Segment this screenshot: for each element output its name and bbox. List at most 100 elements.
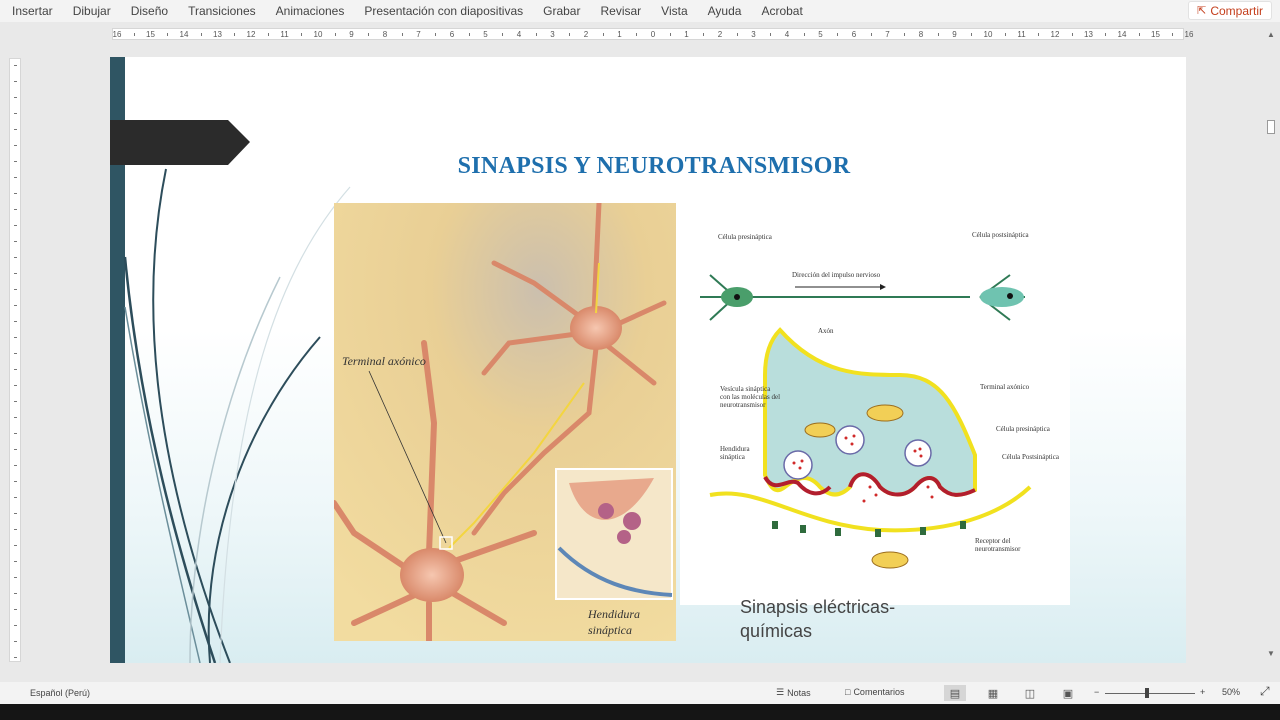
ruler-tick bbox=[904, 33, 906, 36]
label-celula-presinaptica: Célula presináptica bbox=[718, 233, 772, 241]
menu-insertar[interactable]: Insertar bbox=[0, 4, 63, 18]
ruler-tick bbox=[401, 33, 403, 36]
zoom-slider[interactable] bbox=[1105, 693, 1195, 694]
ruler-tick bbox=[14, 385, 17, 386]
ruler-label: 4 bbox=[516, 30, 522, 39]
ruler-tick bbox=[14, 577, 17, 578]
scroll-up-icon[interactable]: ▲ bbox=[1266, 30, 1276, 39]
share-label: Compartir bbox=[1210, 3, 1263, 18]
zoom-slider-thumb[interactable] bbox=[1145, 688, 1149, 698]
menu-ayuda[interactable]: Ayuda bbox=[698, 4, 752, 18]
scroll-thumb[interactable] bbox=[1267, 120, 1275, 134]
menu-acrobat[interactable]: Acrobat bbox=[751, 4, 812, 18]
comments-button[interactable]: □ Comentarios bbox=[845, 687, 904, 697]
ruler-tick bbox=[971, 33, 973, 36]
ruler-tick bbox=[133, 33, 135, 36]
label-axon: Axón bbox=[818, 327, 834, 335]
notes-label: Notas bbox=[787, 687, 811, 698]
ruler-label: 3 bbox=[751, 30, 756, 39]
menu-revisar[interactable]: Revisar bbox=[590, 4, 651, 18]
ruler-label: 13 bbox=[213, 30, 222, 39]
ruler-tick bbox=[14, 545, 17, 546]
ruler-label: 6 bbox=[449, 30, 455, 39]
ruler-label: 7 bbox=[416, 30, 421, 39]
menu-dibujar[interactable]: Dibujar bbox=[63, 4, 121, 18]
ruler-label: 15 bbox=[1151, 30, 1160, 39]
fit-to-window-icon[interactable]: ⤢ bbox=[1260, 684, 1270, 699]
ribbon-menu-bar: Insertar Dibujar Diseño Transiciones Ani… bbox=[0, 0, 1280, 22]
slide-caption[interactable]: Sinapsis eléctricas- químicas bbox=[740, 595, 980, 643]
synapse-diagram[interactable]: Célula presináptica Célula postsináptica… bbox=[680, 225, 1070, 605]
ruler-tick bbox=[14, 657, 17, 658]
taskbar-strip bbox=[0, 704, 1280, 720]
normal-view-icon[interactable]: ▤ bbox=[944, 685, 966, 701]
ruler-tick bbox=[803, 33, 805, 36]
ruler-tick bbox=[200, 33, 202, 36]
vertical-scrollbar[interactable]: ▲ ▼ bbox=[1266, 30, 1276, 658]
ruler-tick bbox=[669, 33, 671, 36]
ruler-label: 10 bbox=[313, 30, 323, 39]
ruler-label: 8 bbox=[918, 30, 924, 39]
ruler-tick bbox=[14, 625, 17, 626]
ruler-label: 15 bbox=[146, 30, 155, 39]
scroll-down-icon[interactable]: ▼ bbox=[1266, 649, 1276, 658]
ruler-label: 7 bbox=[885, 30, 890, 39]
ruler-label: 8 bbox=[382, 30, 388, 39]
ruler-tick bbox=[234, 33, 236, 36]
label-celula-postsinaptica: Célula postsináptica bbox=[972, 231, 1029, 239]
horizontal-ruler[interactable]: 16 15 14 13 12 11 10 9 8 7 6 5 4 3 2 1 0 1 2 3 4 5 6 7 8 9 10 11 12 1… bbox=[112, 28, 1193, 40]
ruler-tick bbox=[14, 97, 17, 98]
ruler-tick bbox=[736, 33, 738, 36]
neuron-image bbox=[331, 200, 676, 644]
zoom-level[interactable]: 50% bbox=[1222, 687, 1240, 697]
ruler-tick bbox=[14, 129, 17, 130]
ruler-tick bbox=[1105, 33, 1107, 36]
ruler-tick bbox=[14, 257, 17, 258]
notes-button[interactable]: ☰ Notas bbox=[776, 687, 811, 698]
ruler-label: 11 bbox=[280, 30, 289, 39]
ruler-label: 5 bbox=[818, 30, 823, 39]
ruler-label: 1 bbox=[617, 30, 622, 39]
ruler-label: 9 bbox=[349, 30, 354, 39]
menu-transiciones[interactable]: Transiciones bbox=[178, 4, 266, 18]
menu-presentacion[interactable]: Presentación con diapositivas bbox=[354, 4, 533, 18]
slide-canvas[interactable]: SINAPSIS Y NEUROTRANSMISOR Terminal axón… bbox=[110, 57, 1186, 663]
menu-animaciones[interactable]: Animaciones bbox=[266, 4, 355, 18]
share-button[interactable]: ⇱ Compartir bbox=[1188, 1, 1272, 20]
ruler-tick bbox=[14, 209, 17, 210]
ruler-tick bbox=[1004, 33, 1006, 36]
zoom-out-icon[interactable]: − bbox=[1094, 687, 1099, 697]
menu-vista[interactable]: Vista bbox=[651, 4, 697, 18]
ruler-tick bbox=[14, 481, 17, 482]
ruler-tick bbox=[14, 193, 17, 194]
ruler-label: 12 bbox=[1050, 30, 1060, 39]
ruler-tick bbox=[14, 433, 17, 434]
ruler-tick bbox=[301, 33, 303, 36]
ruler-tick bbox=[14, 513, 17, 514]
slide-title[interactable]: SINAPSIS Y NEUROTRANSMISOR bbox=[390, 153, 918, 180]
comments-label: Comentarios bbox=[853, 687, 905, 697]
menu-diseno[interactable]: Diseño bbox=[121, 4, 178, 18]
ruler-tick bbox=[14, 113, 17, 114]
ruler-tick bbox=[14, 289, 17, 290]
ruler-label: 2 bbox=[583, 30, 589, 39]
slideshow-icon[interactable]: ▣ bbox=[1057, 685, 1079, 701]
vertical-ruler[interactable] bbox=[9, 58, 21, 662]
ruler-tick bbox=[770, 33, 772, 36]
language-indicator[interactable]: Español (Perú) bbox=[30, 688, 90, 698]
ruler-tick bbox=[368, 33, 370, 36]
ruler-tick bbox=[14, 225, 17, 226]
ruler-label: 14 bbox=[179, 30, 189, 39]
caption-line-1: Sinapsis eléctricas- bbox=[740, 597, 896, 617]
neuron-illustration[interactable]: Terminal axónico Hendidura sináptica bbox=[331, 200, 676, 644]
ruler-tick bbox=[14, 641, 17, 642]
ruler-tick bbox=[1071, 33, 1073, 36]
menu-grabar[interactable]: Grabar bbox=[533, 4, 590, 18]
share-icon: ⇱ bbox=[1197, 5, 1207, 17]
reading-view-icon[interactable]: ◫ bbox=[1019, 685, 1041, 701]
slide-sorter-icon[interactable]: ▦ bbox=[982, 685, 1004, 701]
ruler-label: 16 bbox=[1184, 30, 1194, 39]
ruler-tick bbox=[602, 33, 604, 36]
ruler-tick bbox=[14, 561, 17, 562]
zoom-in-icon[interactable]: + bbox=[1200, 687, 1205, 697]
